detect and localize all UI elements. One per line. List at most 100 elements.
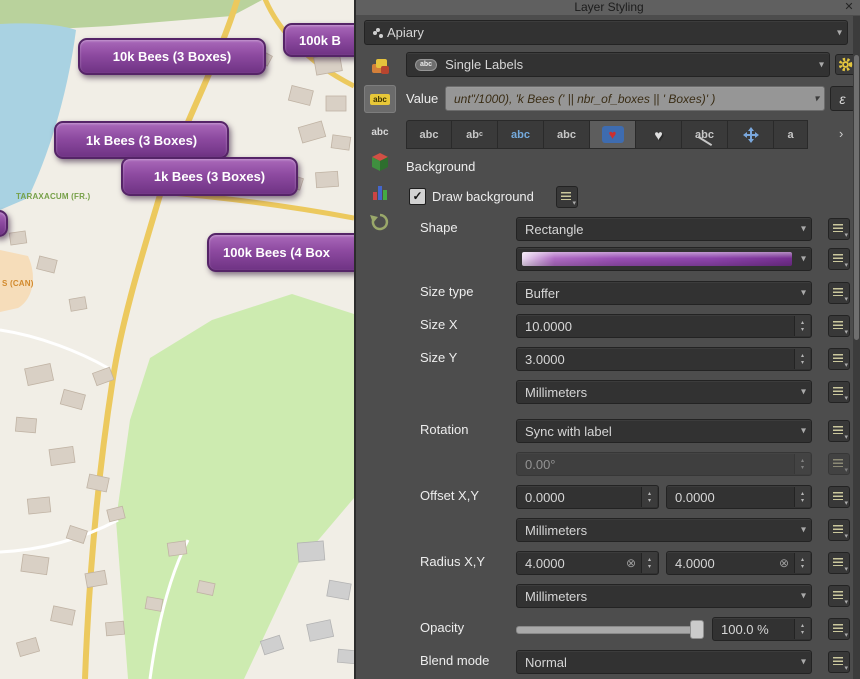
- opacity-slider[interactable]: [516, 617, 704, 641]
- chevron-down-icon: ▾: [844, 361, 848, 369]
- rotation-angle-value: 0.00°: [525, 457, 791, 472]
- rotation-mode-select[interactable]: Sync with label ▾: [516, 419, 812, 443]
- sidebar-item-symbology[interactable]: [364, 52, 396, 80]
- map-canvas[interactable]: TARAXACUM (FR.) S (CAN) 10k Bees (3 Boxe…: [0, 0, 354, 679]
- override-radius[interactable]: ▾: [828, 552, 850, 574]
- slider-handle[interactable]: [690, 620, 704, 639]
- check-icon: ✓: [412, 189, 422, 203]
- spin-arrows: ▴▾: [794, 487, 810, 507]
- scrollbar-thumb[interactable]: [854, 55, 859, 340]
- offset-x-spinbox[interactable]: 0.0000 ▴▾: [516, 485, 659, 509]
- size-units-select[interactable]: Millimeters ▾: [516, 380, 812, 404]
- tab-mask[interactable]: abc: [544, 120, 590, 149]
- tab-shadow[interactable]: ♥: [636, 120, 682, 149]
- tab-text[interactable]: abc: [406, 120, 452, 149]
- override-size-type[interactable]: ▾: [828, 282, 850, 304]
- sidebar-item-diagrams[interactable]: [364, 178, 396, 206]
- chevron-down-icon: ▾: [844, 328, 848, 336]
- override-fill-color[interactable]: ▾: [828, 248, 850, 270]
- section-title-background: Background: [406, 159, 475, 174]
- override-draw-background[interactable]: ▾: [556, 186, 578, 208]
- size-x-spinbox[interactable]: 10.0000 ▴▾: [516, 314, 812, 338]
- map-label-bubble: 100k B: [283, 23, 354, 57]
- size-y-spinbox[interactable]: 3.0000 ▴▾: [516, 347, 812, 371]
- mask-icon: abc: [371, 127, 388, 138]
- sidebar-item-history[interactable]: [364, 208, 396, 236]
- symbology-icon: [370, 56, 390, 76]
- opacity-spinbox[interactable]: 100.0 % ▴▾: [712, 617, 812, 641]
- expression-builder-button[interactable]: ε: [830, 86, 855, 111]
- size-units-value: Millimeters: [525, 385, 789, 400]
- tab-placement[interactable]: [728, 120, 774, 149]
- chevron-down-icon: ▾: [844, 231, 848, 239]
- tab-callouts[interactable]: abc: [682, 120, 728, 149]
- panel-title: Layer Styling: [356, 0, 860, 15]
- override-opacity[interactable]: ▾: [828, 618, 850, 640]
- radius-units-select[interactable]: Millimeters ▾: [516, 584, 812, 608]
- radius-y-spinbox[interactable]: 4.0000 ⊗ ▴▾: [666, 551, 812, 575]
- tab-background[interactable]: ♥: [590, 120, 636, 149]
- sidebar-item-labels[interactable]: abc: [364, 85, 396, 113]
- clear-icon[interactable]: ⊗: [626, 556, 638, 570]
- data-defined-icon: [833, 492, 843, 500]
- draw-background-checkbox[interactable]: ✓: [409, 188, 426, 205]
- label-mode-select[interactable]: abc Single Labels ▾: [406, 52, 830, 77]
- heart-icon: ♥: [609, 128, 617, 141]
- offset-units-select[interactable]: Millimeters ▾: [516, 518, 812, 542]
- size-type-select[interactable]: Buffer ▾: [516, 281, 812, 305]
- data-defined-icon: [833, 387, 843, 395]
- tab-formatting[interactable]: ab c: [452, 120, 498, 149]
- chevron-down-icon: ▾: [801, 425, 806, 436]
- override-radius-units[interactable]: ▾: [828, 585, 850, 607]
- map-label-bubble: 100k Bees (4 Box: [207, 233, 354, 272]
- sidebar-item-mask[interactable]: abc: [364, 118, 396, 146]
- override-rotation-angle: ▾: [828, 453, 850, 475]
- value-expression-field[interactable]: unt"/1000), 'k Bees (' || nbr_of_boxes |…: [445, 86, 825, 111]
- point-layer-icon: [373, 31, 377, 35]
- override-size-units[interactable]: ▾: [828, 381, 850, 403]
- radius-y-value: 4.0000: [675, 556, 715, 571]
- tab-scroll-right-icon[interactable]: ›: [839, 126, 843, 141]
- sidebar-item-3d-view[interactable]: [364, 148, 396, 176]
- override-offset[interactable]: ▾: [828, 486, 850, 508]
- spin-arrows: ▴▾: [794, 454, 810, 474]
- shape-label: Shape: [420, 220, 458, 235]
- expression-text: unt"/1000), 'k Bees (' || nbr_of_boxes |…: [454, 92, 802, 106]
- placement-arrows-icon: [743, 127, 759, 143]
- panel-scrollbar[interactable]: [853, 16, 860, 679]
- blend-mode-select[interactable]: Normal ▾: [516, 650, 812, 674]
- override-rotation[interactable]: ▾: [828, 420, 850, 442]
- size-type-label: Size type: [420, 284, 473, 299]
- clear-icon[interactable]: ⊗: [779, 556, 791, 570]
- chevron-down-icon: ▾: [844, 261, 848, 269]
- data-defined-icon: [833, 525, 843, 533]
- mask-tab-icon: abc: [557, 129, 576, 141]
- diagram-icon: [370, 182, 390, 202]
- labels-icon: abc: [370, 94, 390, 105]
- radius-x-value: 4.0000: [525, 556, 565, 571]
- map-label-bubble: 1k Bees (3 Boxes): [54, 121, 229, 159]
- offset-y-spinbox[interactable]: 0.0000 ▴▾: [666, 485, 812, 509]
- layer-selector[interactable]: Apiary ▾: [364, 20, 848, 45]
- override-offset-units[interactable]: ▾: [828, 519, 850, 541]
- chevron-down-icon: ▾: [814, 93, 819, 104]
- chevron-down-icon: ▾: [844, 532, 848, 540]
- shape-select[interactable]: Rectangle ▾: [516, 217, 812, 241]
- override-shape[interactable]: ▾: [828, 218, 850, 240]
- chevron-down-icon: ▾: [844, 631, 848, 639]
- radius-label: Radius X,Y: [420, 554, 485, 569]
- blend-mode-value: Normal: [525, 655, 789, 670]
- data-defined-icon: [833, 254, 843, 262]
- override-size-x[interactable]: ▾: [828, 315, 850, 337]
- chevron-down-icon: ▾: [844, 433, 848, 441]
- spin-arrows: ▴▾: [794, 619, 810, 639]
- close-icon[interactable]: ✕: [842, 0, 856, 15]
- override-blend-mode[interactable]: ▾: [828, 651, 850, 673]
- radius-x-spinbox[interactable]: 4.0000 ⊗ ▴▾: [516, 551, 659, 575]
- tab-buffer[interactable]: abc: [498, 120, 544, 149]
- tab-rendering[interactable]: a: [774, 120, 808, 149]
- offset-units-value: Millimeters: [525, 523, 789, 538]
- fill-color-select[interactable]: ▾: [516, 247, 812, 271]
- chevron-down-icon: ▾: [801, 524, 806, 535]
- override-size-y[interactable]: ▾: [828, 348, 850, 370]
